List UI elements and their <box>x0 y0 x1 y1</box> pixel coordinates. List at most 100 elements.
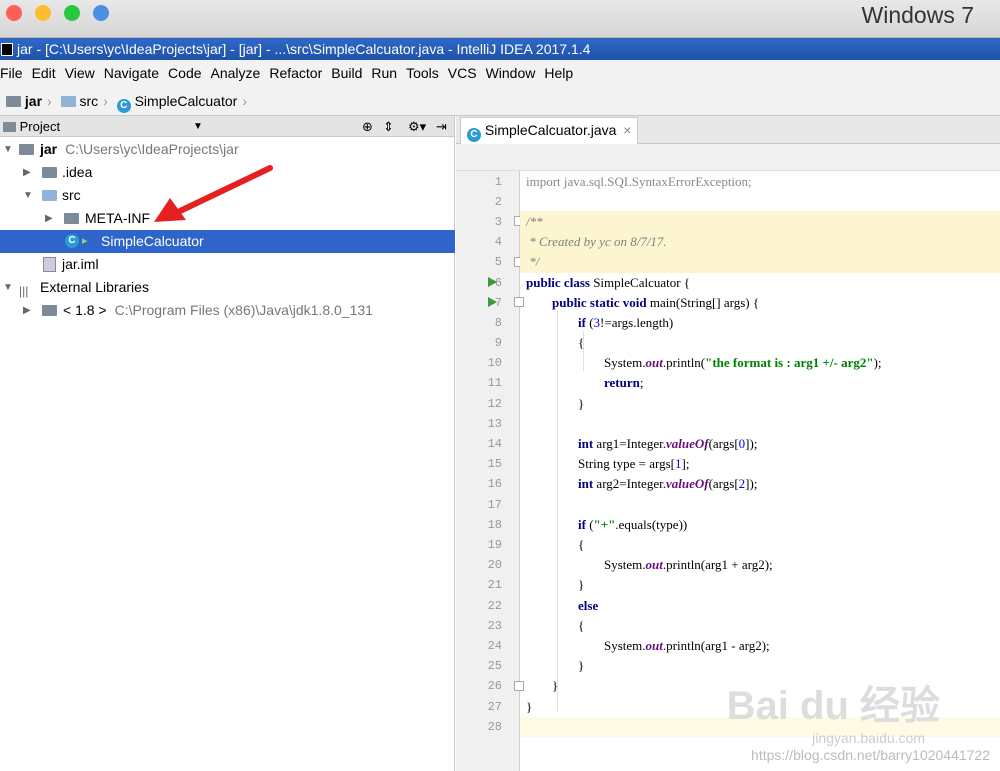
code-line: { <box>578 537 585 552</box>
menu-navigate[interactable]: Navigate <box>104 65 159 81</box>
close-dot[interactable] <box>6 5 22 21</box>
source-folder-icon <box>42 190 57 201</box>
line-number: 4 <box>494 235 502 249</box>
expand-arrow-icon[interactable]: ▼ <box>3 276 13 299</box>
editor-area: C SimpleCalcuator.java × 1 2 3 4 5 6 7 8… <box>456 116 1000 771</box>
tree-item-label: External Libraries <box>40 279 149 295</box>
indent-guide <box>557 311 558 711</box>
expand-arrow-icon[interactable]: ▼ <box>3 138 13 161</box>
line-number: 2 <box>494 195 502 209</box>
project-panel: Project ▼ ⊕ ⇕ ⚙▾ ⇥ ▼ jar C:\Users\yc\Idea… <box>0 116 455 771</box>
menu-analyze[interactable]: Analyze <box>211 65 261 81</box>
code-line: { <box>578 618 585 633</box>
hide-icon[interactable]: ⇥ <box>436 116 447 137</box>
expand-arrow-icon[interactable]: ▶ <box>23 161 31 184</box>
tree-item-path: C:\Program Files (x86)\Java\jdk1.8.0_131 <box>114 302 373 318</box>
code-line: if (3!=args.length) <box>578 315 674 330</box>
tree-item-label: < 1.8 > <box>63 302 107 318</box>
run-config-icon: ▸ <box>82 235 88 247</box>
chevron-down-icon[interactable]: ▼ <box>193 116 203 137</box>
run-main-icon[interactable] <box>488 297 497 307</box>
class-icon: C <box>116 99 131 113</box>
line-number: 19 <box>487 538 502 552</box>
menu-tools[interactable]: Tools <box>406 65 439 81</box>
code-line: public class SimpleCalcuator { <box>526 275 691 290</box>
editor-gutter: 1 2 3 4 5 6 7 8 9 10 11 12 13 14 15 16 1… <box>456 171 524 771</box>
menu-build[interactable]: Build <box>331 65 362 81</box>
zoom-dot[interactable] <box>64 5 80 21</box>
breadcrumb-jar[interactable]: jar <box>25 93 42 109</box>
line-number: 21 <box>487 578 502 592</box>
editor-breadcrumbs-bar <box>456 144 1000 171</box>
run-class-icon[interactable] <box>488 277 497 287</box>
code-line: String type = args[1]; <box>578 456 690 471</box>
expand-arrow-icon[interactable]: ▼ <box>23 184 33 207</box>
minimize-dot[interactable] <box>35 5 51 21</box>
class-icon: C <box>467 128 481 142</box>
menu-code[interactable]: Code <box>168 65 201 81</box>
tree-item-simplecalcuator[interactable]: C ▸ SimpleCalcuator <box>0 230 455 253</box>
folder-icon <box>60 96 76 107</box>
line-number: 27 <box>487 700 502 714</box>
editor-tabbar: C SimpleCalcuator.java × <box>456 116 1000 144</box>
menu-file[interactable]: File <box>0 65 23 81</box>
tree-item-label: .idea <box>62 164 93 180</box>
gear-icon[interactable]: ⚙▾ <box>408 116 426 137</box>
menu-vcs[interactable]: VCS <box>448 65 477 81</box>
code-line: System.out.println(arg1 + arg2); <box>604 557 773 572</box>
red-arrow-annotation <box>154 165 273 222</box>
crosshair-icon[interactable]: ⊕ <box>362 116 373 137</box>
breadcrumb-src[interactable]: src <box>79 93 98 109</box>
tree-item-label: META-INF <box>85 210 151 226</box>
class-icon: C <box>65 234 79 248</box>
tree-item-label: src <box>62 187 81 203</box>
window-titlebar: jar - [C:\Users\yc\IdeaProjects\jar] - [… <box>0 38 1000 60</box>
line-number: 28 <box>487 720 502 734</box>
blue-dot[interactable] <box>93 5 109 21</box>
line-number: 26 <box>487 679 502 693</box>
project-icon <box>3 122 16 132</box>
line-number: 11 <box>487 376 502 390</box>
code-line: */ <box>526 254 540 269</box>
line-number: 3 <box>494 215 502 229</box>
menu-help[interactable]: Help <box>544 65 573 81</box>
line-number: 17 <box>487 498 502 512</box>
line-number: 13 <box>487 417 502 431</box>
editor-tab-label: SimpleCalcuator.java <box>484 122 617 138</box>
code-line: } <box>578 577 585 592</box>
expand-arrow-icon[interactable]: ▶ <box>45 207 53 230</box>
line-number: 10 <box>487 356 502 370</box>
breadcrumb-class[interactable]: SimpleCalcuator <box>135 93 238 109</box>
project-panel-header: Project ▼ ⊕ ⇕ ⚙▾ ⇥ <box>0 116 454 137</box>
close-icon[interactable]: × <box>623 122 631 138</box>
breadcrumb: jar › src › C SimpleCalcuator › <box>0 86 1000 116</box>
menu-edit[interactable]: Edit <box>32 65 56 81</box>
collapse-icon[interactable]: ⇕ <box>383 116 394 137</box>
tree-item-label: jar.iml <box>62 256 99 272</box>
mac-titlebar: Windows 7 <box>0 0 1000 38</box>
tree-item-external-libraries[interactable]: ▼ ||| External Libraries <box>0 276 455 299</box>
editor-tab[interactable]: C SimpleCalcuator.java × <box>460 117 639 144</box>
expand-arrow-icon[interactable]: ▶ <box>23 299 31 322</box>
chevron-right-icon: › <box>47 93 52 109</box>
tree-item-jar-iml[interactable]: jar.iml <box>0 253 455 276</box>
menu-view[interactable]: View <box>65 65 95 81</box>
menu-run[interactable]: Run <box>371 65 397 81</box>
code-line: } <box>552 678 559 693</box>
code-line: public static void main(String[] args) { <box>552 295 760 310</box>
code-line: if ("+".equals(type)) <box>578 517 688 532</box>
code-line: * Created by yc on 8/7/17. <box>526 234 667 249</box>
menu-refactor[interactable]: Refactor <box>269 65 322 81</box>
tree-item-label: SimpleCalcuator <box>101 233 204 249</box>
code-line: int arg1=Integer.valueOf(args[0]); <box>578 436 758 451</box>
code-line: } <box>526 699 533 714</box>
line-number: 15 <box>487 457 502 471</box>
code-line: else <box>578 598 599 613</box>
tree-item-jdk[interactable]: ▶ < 1.8 > C:\Program Files (x86)\Java\jdk… <box>0 299 455 322</box>
line-number: 25 <box>487 659 502 673</box>
menu-window[interactable]: Window <box>486 65 536 81</box>
project-panel-title[interactable]: Project <box>20 119 60 134</box>
code-line: int arg2=Integer.valueOf(args[2]); <box>578 476 758 491</box>
tree-item-jar[interactable]: ▼ jar C:\Users\yc\IdeaProjects\jar <box>0 138 455 161</box>
line-number: 20 <box>487 558 502 572</box>
